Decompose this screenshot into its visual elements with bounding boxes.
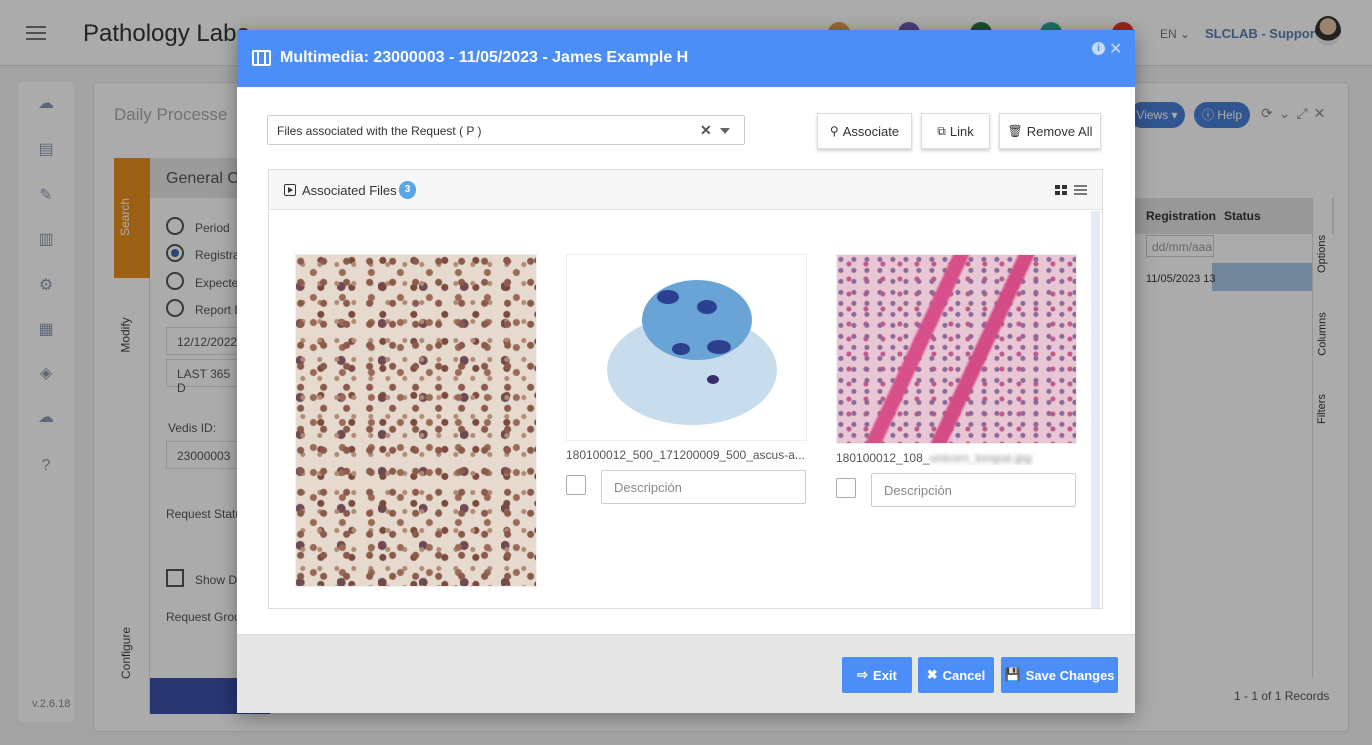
file-thumbnail[interactable] bbox=[566, 254, 807, 441]
chevron-down-icon[interactable] bbox=[720, 128, 730, 134]
multimedia-modal: Multimedia: 23000003 - 11/05/2023 - Jame… bbox=[237, 30, 1135, 713]
associate-button[interactable]: ⚲ Associate bbox=[817, 113, 912, 149]
save-changes-button[interactable]: 💾 Save Changes bbox=[1001, 657, 1118, 693]
list-view-icon[interactable] bbox=[1074, 185, 1087, 196]
search-icon: ⚲ bbox=[829, 124, 839, 138]
info-icon[interactable]: i bbox=[1092, 42, 1105, 55]
file-thumbnail[interactable] bbox=[295, 254, 537, 587]
modal-footer: ⇨ Exit ✖ Cancel 💾 Save Changes bbox=[237, 634, 1135, 713]
cancel-button[interactable]: ✖ Cancel bbox=[918, 657, 994, 693]
files-source-select[interactable]: Files associated with the Request ( P ) … bbox=[267, 115, 745, 145]
close-icon[interactable]: ✕ bbox=[1109, 39, 1122, 59]
modal-title: Multimedia: 23000003 - 11/05/2023 - Jame… bbox=[280, 49, 689, 66]
link-button[interactable]: ⧉ Link bbox=[921, 113, 990, 149]
save-icon: 💾 bbox=[1004, 667, 1021, 682]
file-thumbnail[interactable] bbox=[836, 254, 1077, 444]
play-icon bbox=[284, 184, 296, 196]
file-checkbox[interactable] bbox=[566, 475, 586, 495]
trash-icon: 🗑 bbox=[1007, 124, 1023, 138]
files-panel-header: Associated Files 3 bbox=[269, 170, 1102, 210]
external-link-icon: ⧉ bbox=[937, 123, 946, 138]
file-name: 180100012_500_171200009_500_ascus-a... bbox=[566, 448, 805, 462]
modal-header: Multimedia: 23000003 - 11/05/2023 - Jame… bbox=[237, 30, 1135, 87]
associated-files-panel: Associated Files 3 180100012_500_1712000… bbox=[268, 169, 1103, 609]
exit-icon: ⇨ bbox=[857, 667, 869, 682]
remove-all-button[interactable]: 🗑 Remove All bbox=[999, 113, 1101, 149]
film-icon bbox=[252, 50, 271, 66]
file-description-input[interactable]: Descripción bbox=[601, 470, 806, 504]
x-icon: ✖ bbox=[926, 667, 938, 682]
file-description-input[interactable]: Descripción bbox=[871, 473, 1076, 507]
files-title: Associated Files bbox=[302, 183, 397, 198]
file-checkbox[interactable] bbox=[836, 478, 856, 498]
clear-icon[interactable]: ✕ bbox=[700, 122, 712, 139]
select-value: Files associated with the Request ( P ) bbox=[277, 124, 482, 138]
grid-view-icon[interactable] bbox=[1055, 185, 1067, 196]
file-name: 180100012_108_unicorn_tongue.jpg bbox=[836, 451, 1032, 465]
exit-button[interactable]: ⇨ Exit bbox=[842, 657, 912, 693]
files-count-badge: 3 bbox=[399, 181, 416, 199]
files-scrollbar[interactable] bbox=[1091, 211, 1100, 608]
